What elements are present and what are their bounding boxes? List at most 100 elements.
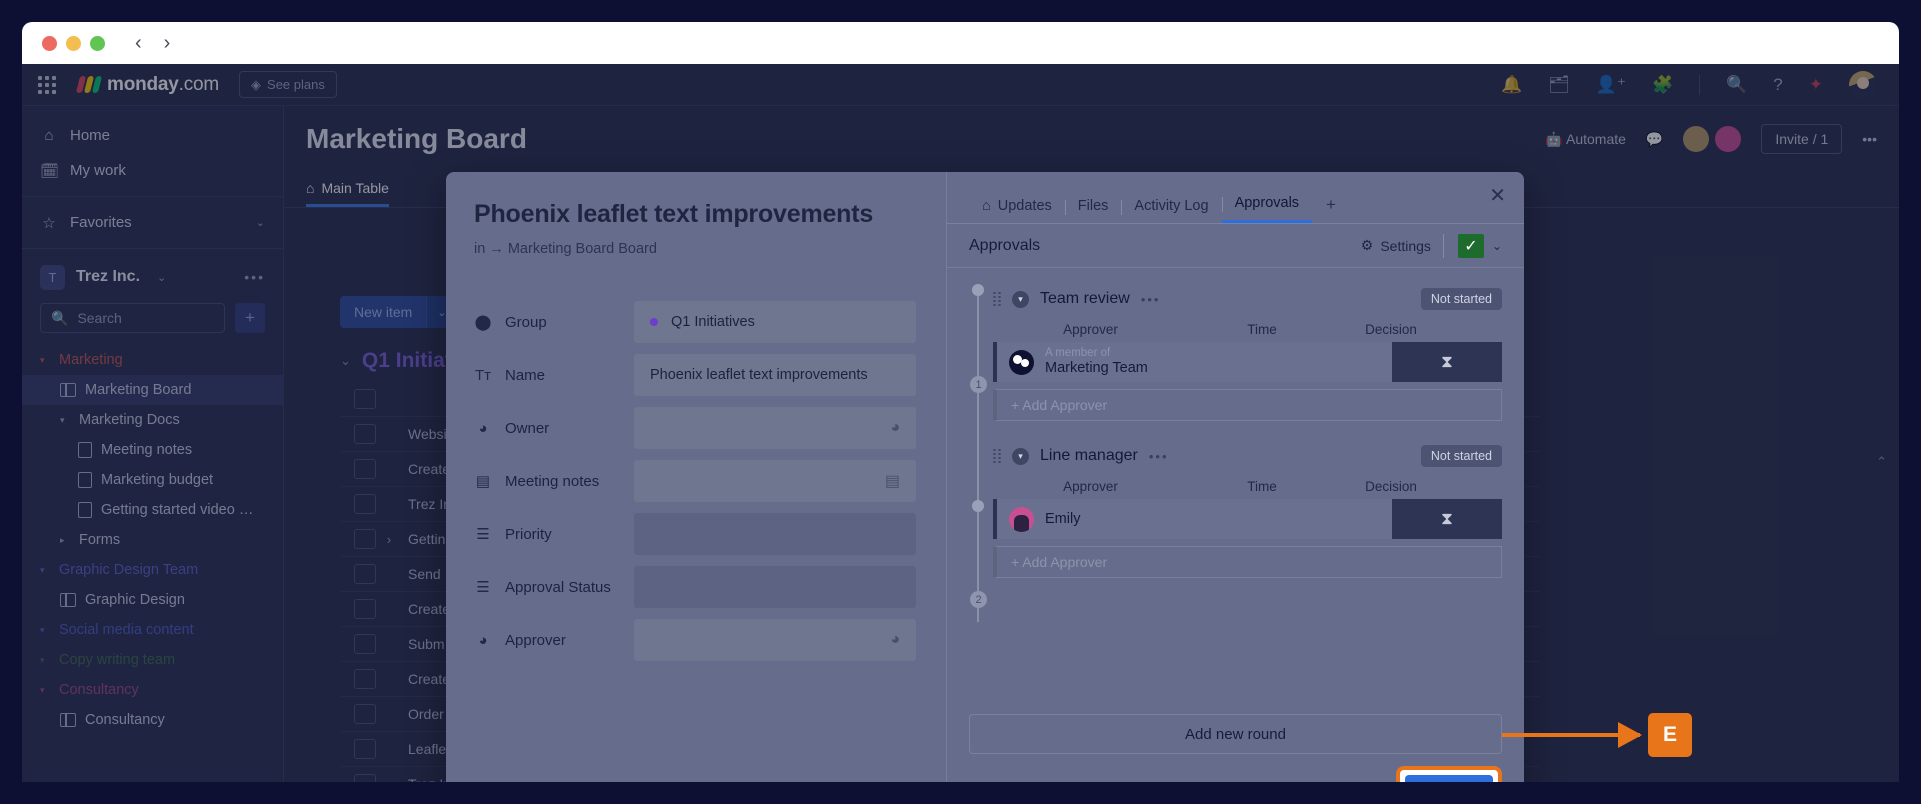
field-row: ⬤ Group Q1 Initiatives (474, 301, 916, 343)
close-window-button[interactable] (42, 36, 57, 51)
round-more-icon[interactable]: ••• (1149, 449, 1169, 464)
item-breadcrumb: in → Marketing Board Board (474, 241, 916, 257)
approver-row[interactable]: Emily ⧗ (993, 499, 1502, 539)
approval-status-select[interactable]: ✓ ⌄ (1443, 234, 1502, 258)
field-label: ▤Meeting notes (474, 472, 634, 490)
person-placeholder-icon: ◕ (890, 631, 900, 649)
drag-handle-icon[interactable] (993, 292, 1001, 306)
approvals-header-actions: ⚙ Settings ✓ ⌄ (1361, 234, 1502, 258)
annotation-badge: E (1648, 713, 1692, 757)
approver-name: Emily (1045, 511, 1080, 527)
tab-approvals[interactable]: Approvals (1222, 195, 1312, 223)
rounds-list: ▾ Team review ••• Not started ApproverTimeDe… (969, 282, 1502, 578)
green-check-icon: ✓ (1458, 234, 1484, 258)
approver-meta: A member ofMarketing Team (1045, 347, 1148, 377)
approver-columns: ApproverTimeDecision (993, 473, 1502, 499)
field-value[interactable] (634, 566, 916, 608)
approver-cell: Emily (997, 499, 1392, 539)
field-value[interactable]: Q1 Initiatives (634, 301, 916, 343)
tab-activity-log[interactable]: Activity Log (1121, 198, 1221, 223)
approvals-footer: Add new round Apply template 🗎 Start (947, 704, 1524, 782)
group-dot-icon: ⬤ (474, 313, 492, 331)
approvals-header: Approvals ⚙ Settings ✓ ⌄ (947, 224, 1524, 268)
column-header-decision: Decision (1336, 322, 1446, 337)
approvals-panel: ✕ ⌂ Updates FilesActivity Log Approvals + Ap… (946, 172, 1524, 782)
close-icon[interactable]: ✕ (1489, 186, 1506, 206)
field-label-text: Priority (505, 526, 552, 543)
chevron-down-icon[interactable]: ⌄ (1492, 239, 1502, 253)
timeline-dot (972, 284, 984, 296)
field-label-text: Owner (505, 420, 549, 437)
field-value[interactable]: Phoenix leaflet text improvements (634, 354, 916, 396)
field-value-text: Phoenix leaflet text improvements (650, 367, 868, 383)
maximize-window-button[interactable] (90, 36, 105, 51)
field-label-text: Approver (505, 632, 566, 649)
doc-placeholder-icon: ▤ (885, 471, 900, 491)
field-value[interactable]: ▤ (634, 460, 916, 502)
drag-handle-icon[interactable] (993, 449, 1001, 463)
add-approver-button[interactable]: + Add Approver (993, 389, 1502, 421)
text-icon: Tᴛ (474, 366, 492, 384)
back-button[interactable]: ‹ (135, 33, 142, 53)
approver-columns: ApproverTimeDecision (993, 316, 1502, 342)
window-traffic-lights (42, 36, 105, 51)
round-header: ▾Line manager•••Not started (993, 439, 1502, 473)
person-placeholder-icon: ◕ (890, 419, 900, 437)
team-avatar (1009, 350, 1034, 375)
minimize-window-button[interactable] (66, 36, 81, 51)
field-value[interactable]: ◕ (634, 407, 916, 449)
hourglass-icon: ⧗ (1441, 509, 1453, 529)
tab-label: Updates (998, 198, 1052, 214)
field-value[interactable] (634, 513, 916, 555)
tab-label: Approvals (1235, 195, 1299, 211)
field-row: ☰Approval Status (474, 566, 916, 608)
add-new-round-button[interactable]: Add new round (969, 714, 1502, 754)
collapse-icon[interactable]: ▾ (1012, 291, 1029, 308)
person-icon: ◕ (474, 631, 492, 649)
tab-updates[interactable]: ⌂ Updates (969, 198, 1065, 223)
approver-row[interactable]: A member ofMarketing Team ⧗ (993, 342, 1502, 382)
field-label: ◕ Approver (474, 631, 634, 649)
field-value-text: Q1 Initiatives (671, 314, 755, 330)
settings-label: Settings (1380, 238, 1431, 254)
field-label-text: Approval Status (505, 579, 611, 596)
field-row: TᴛName Phoenix leaflet text improvements (474, 354, 916, 396)
approval-round: ▾ Team review ••• Not started ApproverTimeDe… (993, 282, 1502, 421)
add-approver-button[interactable]: + Add Approver (993, 546, 1502, 578)
template-icon[interactable]: 🗎 (1363, 779, 1376, 783)
field-row: ☰Priority (474, 513, 916, 555)
round-more-icon[interactable]: ••• (1141, 292, 1161, 307)
footer-actions: Apply template 🗎 Start (969, 770, 1502, 782)
field-label-text: Group (505, 314, 547, 331)
field-row: ▤Meeting notes▤ (474, 460, 916, 502)
browser-nav: ‹ › (135, 33, 170, 53)
field-label: TᴛName (474, 366, 634, 384)
forward-button[interactable]: › (164, 33, 171, 53)
round-name: Team review (1040, 290, 1130, 308)
item-title: Phoenix leaflet text improvements (474, 200, 916, 229)
column-header-time: Time (1188, 322, 1336, 337)
decision-cell[interactable]: ⧗ (1392, 499, 1502, 539)
timeline-dot (972, 500, 984, 512)
gear-icon: ⚙ (1361, 237, 1374, 254)
add-tab-button[interactable]: + (1326, 195, 1336, 223)
start-button[interactable]: Start (1405, 775, 1493, 783)
decision-cell[interactable]: ⧗ (1392, 342, 1502, 382)
emily-avatar (1009, 507, 1034, 532)
round-header: ▾ Team review ••• Not started (993, 282, 1502, 316)
field-value[interactable]: ◕ (634, 619, 916, 661)
collapse-icon[interactable]: ▾ (1012, 448, 1029, 465)
doc-icon: ▤ (474, 472, 492, 490)
approval-round: ▾Line manager•••Not startedApproverTimeD… (993, 439, 1502, 578)
field-label: ☰Approval Status (474, 578, 634, 596)
approver-prefix: A member of (1045, 347, 1148, 360)
start-button-highlight: Start (1396, 766, 1502, 783)
field-label: ⬤ Group (474, 313, 634, 331)
tab-files[interactable]: Files (1065, 198, 1122, 223)
browser-chrome: ‹ › (22, 22, 1899, 64)
timeline-round-2-marker: 2 (970, 591, 987, 608)
settings-button[interactable]: ⚙ Settings (1361, 237, 1431, 254)
modal-tabs: ⌂ Updates FilesActivity Log Approvals + (947, 172, 1524, 224)
status-badge: Not started (1421, 288, 1502, 310)
home-icon: ⌂ (982, 198, 991, 214)
